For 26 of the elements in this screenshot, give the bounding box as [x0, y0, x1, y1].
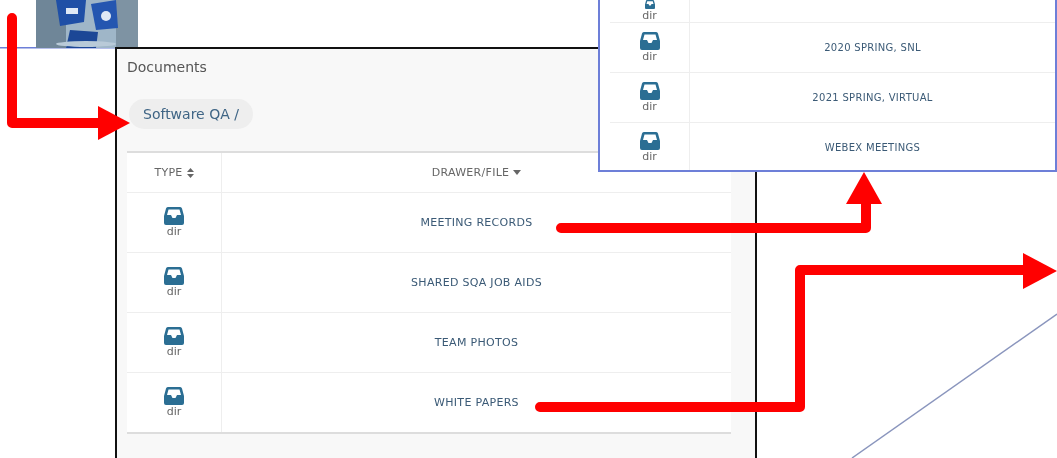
folder-link[interactable]: 2021 SPRING, VIRTUAL: [812, 92, 933, 103]
type-label: dir: [166, 225, 182, 238]
folder-link[interactable]: TEAM PHOTOS: [434, 336, 519, 349]
type-label: dir: [642, 9, 657, 22]
column-header[interactable]: DRAWER/FILE: [431, 166, 522, 179]
type-label: dir: [166, 345, 182, 358]
inbox-icon: [639, 82, 660, 100]
column-header[interactable]: TYPE: [154, 166, 194, 179]
folder-link[interactable]: WEBEX MEETINGS: [824, 142, 921, 153]
folder-link[interactable]: SHARED SQA JOB AIDS: [411, 276, 542, 289]
type-label: dir: [166, 285, 182, 298]
inbox-icon: [164, 207, 184, 225]
inbox-icon: [164, 387, 184, 405]
inbox-icon: [164, 267, 184, 285]
type-label: dir: [642, 50, 657, 63]
folder-link[interactable]: 2020 SPRING, SNL: [824, 42, 921, 53]
folder-link[interactable]: MEETING RECORDS: [420, 216, 533, 229]
inbox-icon: [164, 327, 184, 345]
inbox-icon: [639, 32, 660, 50]
type-label: dir: [166, 405, 182, 418]
panel-title: Documents: [127, 59, 207, 75]
type-label: dir: [642, 150, 657, 163]
type-label: dir: [642, 100, 657, 113]
breadcrumb-link[interactable]: Software QA /: [129, 99, 253, 129]
inbox-icon: [639, 132, 660, 150]
folder-link[interactable]: WHITE PAPERS: [434, 396, 519, 409]
